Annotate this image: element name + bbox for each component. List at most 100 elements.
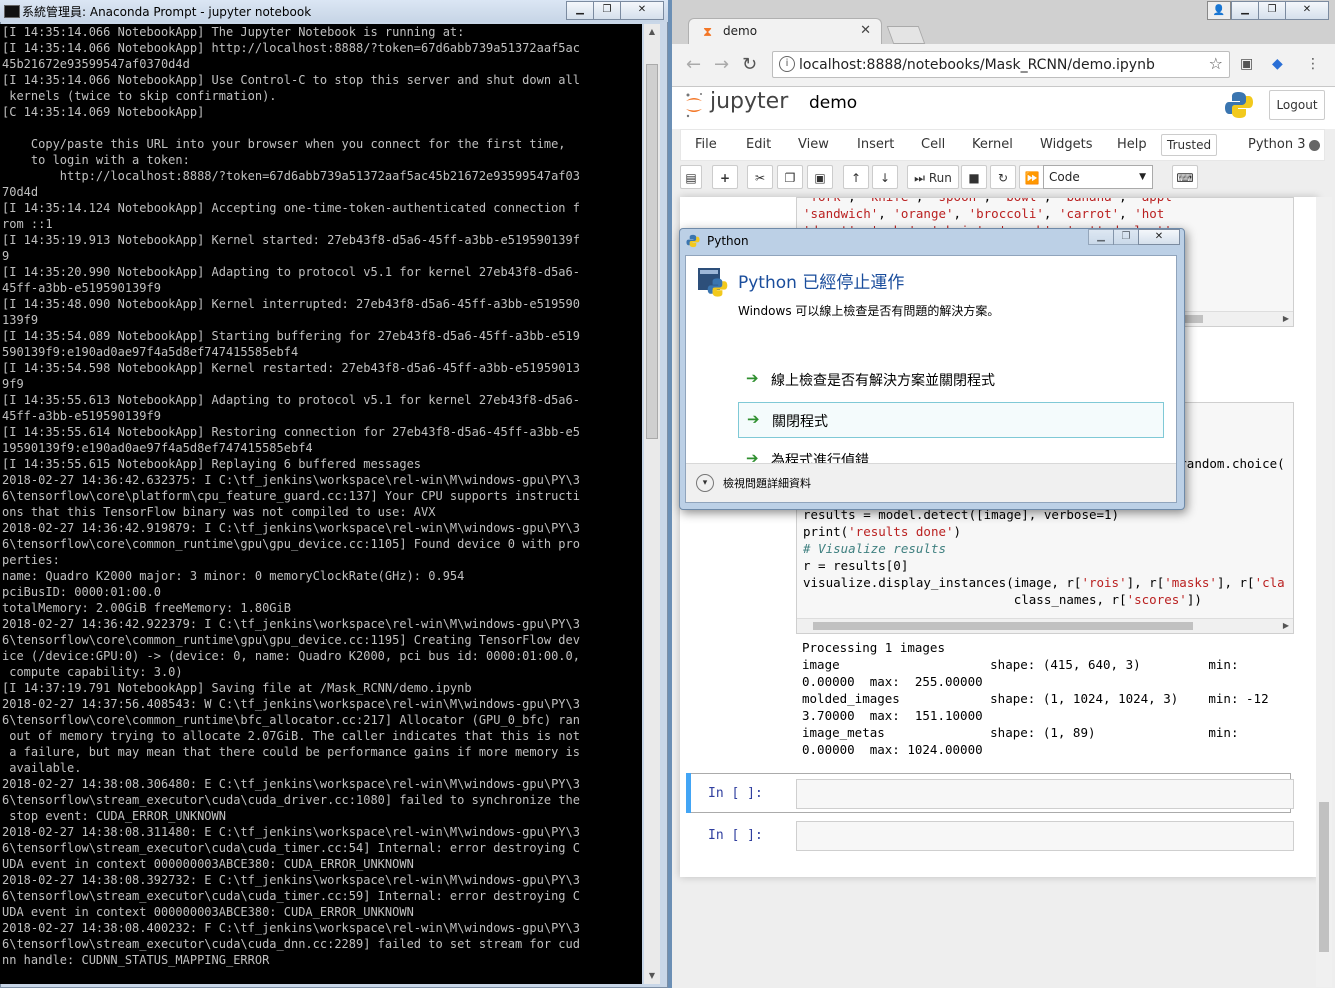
- close-icon[interactable]: ✕: [620, 1, 664, 20]
- restart-icon[interactable]: ↻: [990, 165, 1016, 189]
- cell-prompt: In [ ]:: [708, 828, 763, 843]
- chevron-down-icon[interactable]: ▾: [696, 474, 714, 492]
- hourglass-icon: ⧗: [703, 25, 713, 40]
- check-online-close-option[interactable]: ➔ 線上檢查是否有解決方案並關閉程式: [738, 362, 1164, 398]
- bookmark-star-icon[interactable]: ☆: [1209, 54, 1223, 73]
- scroll-right-icon[interactable]: ▶: [1283, 619, 1289, 633]
- run-label: Run: [928, 171, 952, 185]
- tab-title: demo: [723, 24, 758, 38]
- selected-cell-indicator: [686, 773, 691, 813]
- minimize-icon[interactable]: ▁: [1231, 1, 1259, 20]
- maximize-icon[interactable]: ❐: [1258, 1, 1286, 20]
- user-profile-icon[interactable]: 👤: [1207, 1, 1231, 20]
- empty-code-input[interactable]: [796, 821, 1294, 851]
- kernel-busy-indicator: [1309, 140, 1320, 151]
- page-scrollbar[interactable]: [1316, 197, 1332, 987]
- interrupt-icon[interactable]: ■: [961, 165, 987, 189]
- cell-prompt: In [ ]:: [708, 786, 763, 801]
- menu-cell[interactable]: Cell: [921, 137, 945, 152]
- scroll-up-icon[interactable]: ▲: [644, 24, 660, 40]
- console-window: 系統管理員: Anaconda Prompt - jupyter noteboo…: [0, 0, 668, 988]
- cell-horizontal-scrollbar[interactable]: ▶: [797, 618, 1293, 633]
- image-extension-icon[interactable]: ▣: [1240, 56, 1253, 72]
- chevron-down-icon: ▼: [1139, 172, 1146, 182]
- console-text: [I 14:35:14.066 NotebookApp] The Jupyter…: [2, 25, 580, 967]
- python-program-icon: [698, 268, 728, 297]
- console-titlebar[interactable]: 系統管理員: Anaconda Prompt - jupyter noteboo…: [0, 0, 668, 22]
- new-tab-button[interactable]: [886, 26, 926, 44]
- maximize-icon[interactable]: ❐: [593, 1, 621, 20]
- console-app-icon: [4, 5, 20, 18]
- cell-type-value: Code: [1049, 170, 1080, 184]
- move-up-icon[interactable]: ↑: [843, 165, 869, 189]
- cell-type-select[interactable]: Code ▼: [1043, 165, 1153, 189]
- console-scroll-thumb[interactable]: [646, 64, 658, 439]
- move-down-icon[interactable]: ↓: [872, 165, 898, 189]
- copy-icon[interactable]: ❐: [777, 165, 803, 189]
- jupyter-brand[interactable]: jupyter: [710, 89, 788, 114]
- back-icon[interactable]: ←: [686, 54, 701, 75]
- code-text: results = model.detect([image], verbose=…: [803, 507, 1285, 607]
- output-text: Processing 1 images image shape: (415, 6…: [802, 640, 1269, 757]
- maximize-icon: ❐: [1113, 229, 1139, 245]
- notebook-menubar: File Edit View Insert Cell Kernel Widget…: [680, 129, 1325, 161]
- trusted-badge[interactable]: Trusted: [1161, 134, 1218, 156]
- dialog-body: Python 已經停止運作 Windows 可以線上檢查是否有問題的解決方案。 …: [685, 255, 1177, 503]
- empty-code-input[interactable]: [796, 779, 1294, 809]
- dialog-subtext: Windows 可以線上檢查是否有問題的解決方案。: [738, 304, 1000, 318]
- python-logo-icon: [1225, 92, 1253, 118]
- paste-icon[interactable]: ▣: [807, 165, 833, 189]
- tab-strip: ⧗ demo ✕ 👤 ▁ ❐ ✕: [672, 0, 1335, 44]
- save-icon[interactable]: ▤: [680, 165, 702, 189]
- green-arrow-icon: ➔: [746, 369, 759, 387]
- menu-file[interactable]: File: [695, 137, 717, 152]
- python-small-icon: [686, 234, 700, 248]
- scroll-right-icon[interactable]: ▶: [1283, 312, 1289, 326]
- dialog-title: Python: [707, 234, 749, 248]
- menu-kernel[interactable]: Kernel: [972, 137, 1013, 152]
- close-icon[interactable]: ✕: [1138, 229, 1180, 245]
- reload-icon[interactable]: ↻: [742, 54, 757, 75]
- console-title: 系統管理員: Anaconda Prompt - jupyter noteboo…: [22, 5, 312, 19]
- menu-insert[interactable]: Insert: [857, 137, 894, 152]
- menu-help[interactable]: Help: [1117, 137, 1147, 152]
- cell-output: Processing 1 images image shape: (415, 6…: [802, 639, 1292, 759]
- run-icon: ⏭: [914, 171, 925, 185]
- omnibar: ← → ↻ i localhost:8888/notebooks/Mask_RC…: [672, 44, 1335, 87]
- fast-forward-icon[interactable]: ⏩: [1019, 165, 1045, 189]
- minimize-icon[interactable]: ▁: [566, 1, 594, 20]
- info-icon[interactable]: i: [779, 56, 795, 72]
- option-label: 關閉程式: [772, 414, 828, 430]
- close-icon[interactable]: ✕: [1285, 1, 1329, 20]
- console-scrollbar[interactable]: ▲ ▼: [644, 24, 660, 984]
- keyboard-icon[interactable]: ⌨: [1172, 165, 1198, 189]
- page-scroll-thumb[interactable]: [1319, 802, 1329, 952]
- notebook-header: jupyter demo Logout: [672, 87, 1335, 129]
- notebook-name[interactable]: demo: [809, 93, 857, 113]
- cut-icon[interactable]: ✂: [747, 165, 773, 189]
- insert-cell-icon[interactable]: +: [712, 165, 738, 189]
- console-output[interactable]: [I 14:35:14.066 NotebookApp] The Jupyter…: [0, 24, 642, 984]
- tab-close-icon[interactable]: ✕: [860, 23, 871, 38]
- browser-tab-demo[interactable]: ⧗ demo ✕: [688, 18, 882, 44]
- forward-icon[interactable]: →: [714, 54, 729, 75]
- menu-kebab-icon[interactable]: ⋮: [1306, 56, 1320, 72]
- notebook-toolbar: ▤ + ✂ ❐ ▣ ↑ ↓ ⏭ Run ■ ↻ ⏩ Code ▼ ⌨: [680, 165, 1325, 193]
- kernel-name[interactable]: Python 3: [1248, 137, 1305, 152]
- menu-widgets[interactable]: Widgets: [1040, 137, 1093, 152]
- extension-icon[interactable]: ◆: [1272, 56, 1283, 72]
- minimize-icon: ▁: [1088, 229, 1114, 245]
- address-bar[interactable]: i localhost:8888/notebooks/Mask_RCNN/dem…: [772, 51, 1230, 78]
- run-button[interactable]: ⏭ Run: [907, 165, 959, 189]
- logout-button[interactable]: Logout: [1269, 90, 1325, 120]
- dialog-footer: ▾ 檢視問題詳細資料: [686, 463, 1176, 502]
- menu-view[interactable]: View: [798, 137, 829, 152]
- dialog-heading: Python 已經停止運作: [738, 273, 905, 293]
- scroll-down-icon[interactable]: ▼: [644, 968, 660, 984]
- option-label: 線上檢查是否有解決方案並關閉程式: [771, 373, 995, 389]
- close-program-option[interactable]: ➔ 關閉程式: [738, 402, 1164, 438]
- view-details-link[interactable]: 檢視問題詳細資料: [723, 475, 811, 491]
- green-arrow-icon: ➔: [747, 410, 760, 428]
- jupyter-logo-icon[interactable]: [684, 91, 704, 119]
- menu-edit[interactable]: Edit: [746, 137, 771, 152]
